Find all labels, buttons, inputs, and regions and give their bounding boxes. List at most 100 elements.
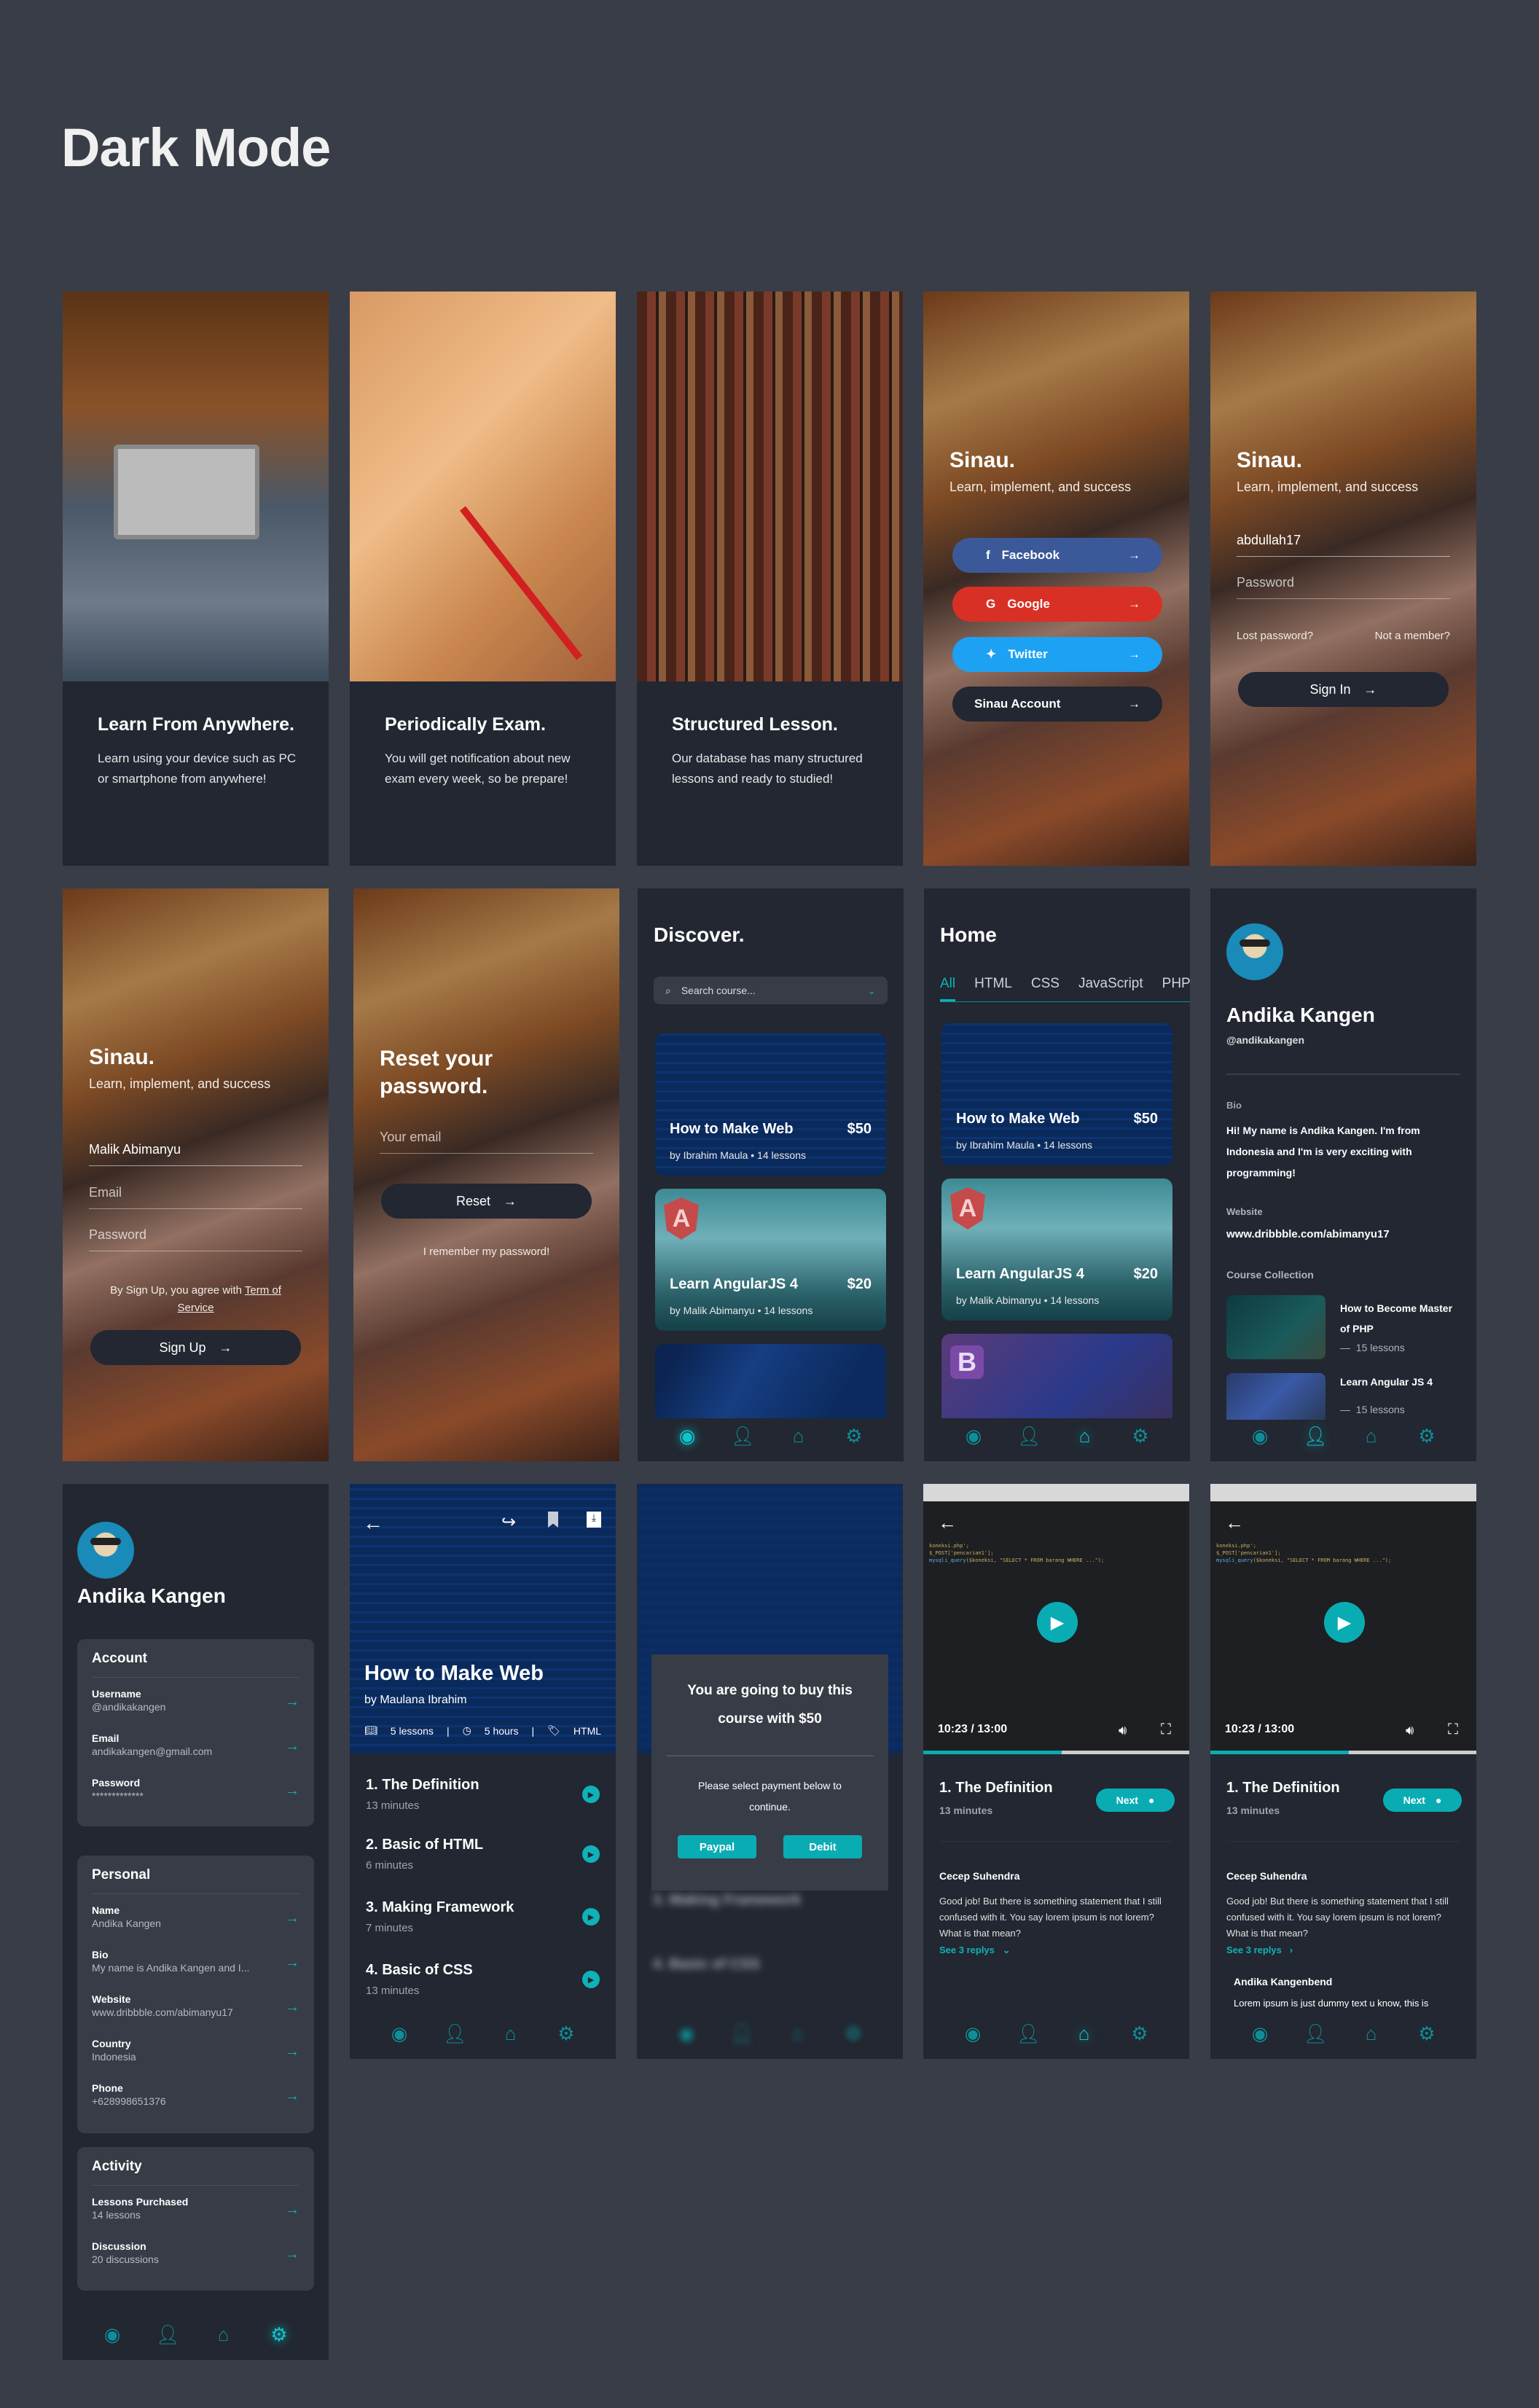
fullscreen-icon[interactable]: ⛶ xyxy=(1448,1721,1458,1738)
settings-row-password[interactable]: Password ************* → xyxy=(92,1767,299,1811)
see-replies-link[interactable]: See 3 replys ⌄ xyxy=(939,1944,1011,1956)
course-card[interactable]: A Learn AngularJS 4 $20 by Malik Abimanyu … xyxy=(655,1189,886,1331)
home-icon[interactable]: ⌂ xyxy=(788,1425,809,1447)
gear-icon[interactable]: ⚙ xyxy=(1417,2022,1437,2044)
play-button[interactable]: ▶ xyxy=(1037,1602,1078,1643)
paypal-button[interactable]: Paypal xyxy=(678,1835,756,1858)
tab-javascript[interactable]: JavaScript xyxy=(1078,976,1143,1001)
lesson-item[interactable]: 3. Making Framework 7 minutes ▶ xyxy=(366,1899,600,1950)
back-arrow-icon[interactable]: ← xyxy=(1225,1512,1244,1534)
course-card[interactable]: A Learn AngularJS 4 $20 by Malik Abimanyu … xyxy=(941,1178,1172,1321)
gear-icon[interactable]: ⚙ xyxy=(844,1425,864,1447)
user-icon[interactable]: 👤︎ xyxy=(1304,1425,1328,1447)
reset-email-input[interactable]: Your email xyxy=(380,1122,593,1154)
chevron-down-icon[interactable]: ⌄ xyxy=(867,985,876,997)
compass-icon[interactable]: ◉ xyxy=(1250,1425,1270,1447)
username-input[interactable]: abdullah17 xyxy=(1237,525,1450,557)
settings-row-email[interactable]: Email andikakangen@gmail.com → xyxy=(92,1722,299,1767)
home-icon[interactable]: ⌂ xyxy=(1074,2022,1094,2044)
password-input[interactable]: Password xyxy=(1237,567,1450,599)
course-card[interactable]: B xyxy=(941,1334,1172,1418)
tab-html[interactable]: HTML xyxy=(974,976,1012,1001)
see-replies-link[interactable]: See 3 replys › xyxy=(1226,1944,1293,1955)
course-card[interactable]: How to Make Web $50 by Ibrahim Maula • 14 … xyxy=(941,1023,1172,1165)
settings-row-country[interactable]: Country Indonesia → xyxy=(92,2028,299,2072)
next-button[interactable]: Next ● xyxy=(1383,1789,1462,1812)
user-icon[interactable]: 👤︎ xyxy=(1304,2022,1328,2044)
facebook-login-button[interactable]: f Facebook → xyxy=(952,538,1162,573)
home-icon[interactable]: ⌂ xyxy=(501,2022,521,2044)
settings-row-website[interactable]: Website www.dribbble.com/abimanyu17 → xyxy=(92,1983,299,2028)
name-input[interactable]: Malik Abimanyu xyxy=(89,1134,302,1166)
not-member-link[interactable]: Not a member? xyxy=(1375,630,1450,642)
twitter-login-button[interactable]: ✦ Twitter → xyxy=(952,637,1162,672)
search-input[interactable]: Search course... xyxy=(681,985,857,996)
search-bar[interactable]: ⌕ Search course... ⌄ xyxy=(654,977,888,1004)
tab-all[interactable]: All xyxy=(940,976,956,1001)
fullscreen-icon[interactable]: ⛶ xyxy=(1161,1721,1171,1738)
debit-button[interactable]: Debit xyxy=(783,1835,862,1858)
remember-password-link[interactable]: I remember my password! xyxy=(353,1246,619,1258)
reset-button[interactable]: Reset → xyxy=(381,1184,592,1219)
compass-icon[interactable]: ◉ xyxy=(1250,2022,1270,2044)
user-icon[interactable]: 👤︎ xyxy=(156,2323,180,2345)
gear-icon[interactable]: ⚙ xyxy=(1130,1425,1151,1447)
home-icon[interactable]: ⌂ xyxy=(1361,1425,1382,1447)
lesson-item[interactable]: 4. Basic of CSS 13 minutes ▶ xyxy=(366,1962,600,2013)
tab-css[interactable]: CSS xyxy=(1031,976,1060,1001)
volume-icon[interactable]: 🔊︎ xyxy=(1119,1723,1127,1738)
home-icon[interactable]: ⌂ xyxy=(1361,2022,1382,2044)
gear-icon[interactable]: ⚙ xyxy=(1417,1425,1437,1447)
lesson-duration: 13 minutes xyxy=(1226,1805,1280,1816)
volume-icon[interactable]: 🔊︎ xyxy=(1406,1723,1414,1738)
user-icon[interactable]: 👤︎ xyxy=(1017,1425,1041,1447)
video-progress[interactable] xyxy=(923,1751,1189,1754)
download-icon[interactable]: ⤓ xyxy=(587,1512,601,1528)
course-card[interactable]: How to Make Web $50 by Ibrahim Maula • 14 … xyxy=(655,1033,886,1176)
bookmark-icon[interactable] xyxy=(548,1512,558,1528)
sign-up-button[interactable]: Sign Up → xyxy=(90,1330,301,1365)
compass-icon[interactable]: ◉ xyxy=(102,2323,122,2345)
email-input[interactable]: Email xyxy=(89,1177,302,1209)
user-icon[interactable]: 👤︎ xyxy=(1017,2022,1041,2044)
compass-icon[interactable]: ◉ xyxy=(963,2022,983,2044)
user-icon[interactable]: 👤︎ xyxy=(731,1425,755,1447)
lost-password-link[interactable]: Lost password? xyxy=(1237,630,1313,642)
sign-in-button[interactable]: Sign In → xyxy=(1238,672,1449,707)
password-input[interactable]: Password xyxy=(89,1219,302,1251)
lesson-item[interactable]: 2. Basic of HTML 6 minutes ▶ xyxy=(366,1837,600,1888)
settings-row-discussion[interactable]: Discussion 20 discussions → xyxy=(92,2230,299,2275)
home-icon[interactable]: ⌂ xyxy=(1075,1425,1095,1447)
comment-text: Good job! But there is something stateme… xyxy=(939,1896,1162,1939)
collection-item[interactable]: How to Become Master of PHP — 15 lessons xyxy=(1226,1295,1460,1359)
lesson-item[interactable]: 1. The Definition 13 minutes ▶ xyxy=(366,1777,600,1828)
gear-icon[interactable]: ⚙ xyxy=(269,2323,289,2345)
google-login-button[interactable]: G Google → xyxy=(952,587,1162,622)
compass-icon[interactable]: ◉ xyxy=(963,1425,984,1447)
arrow-right-icon: → xyxy=(285,2088,299,2104)
compass-icon[interactable]: ◉ xyxy=(677,1425,697,1447)
settings-row-phone[interactable]: Phone +628998651376 → xyxy=(92,2072,299,2116)
settings-row-username[interactable]: Username @andikakangen → xyxy=(92,1678,299,1722)
gear-icon[interactable]: ⚙ xyxy=(1129,2022,1150,2044)
video-progress[interactable] xyxy=(1210,1751,1476,1754)
video-player[interactable]: koneksi.php'; $_POST['pencarian1']; mysqli… xyxy=(1210,1484,1476,1754)
video-player[interactable]: koneksi.php'; $_POST['pencarian1']; mysqli… xyxy=(923,1484,1189,1754)
gear-icon[interactable]: ⚙ xyxy=(556,2022,576,2044)
share-icon[interactable]: ↪ xyxy=(501,1512,516,1533)
back-arrow-icon[interactable]: ← xyxy=(938,1512,957,1534)
next-button[interactable]: Next ● xyxy=(1096,1789,1175,1812)
user-icon[interactable]: 👤︎ xyxy=(443,2022,467,2044)
back-arrow-icon[interactable]: ← xyxy=(363,1512,383,1535)
sinau-account-button[interactable]: Sinau Account → xyxy=(952,687,1162,722)
tab-php[interactable]: PHP xyxy=(1162,976,1190,1001)
website-link[interactable]: www.dribbble.com/abimanyu17 xyxy=(1226,1228,1390,1240)
course-card[interactable] xyxy=(655,1344,886,1418)
play-button[interactable]: ▶ xyxy=(1324,1602,1365,1643)
reset-password-screen: Reset your password. Your email Reset → I… xyxy=(353,888,619,1461)
settings-row-lessons[interactable]: Lessons Purchased 14 lessons → xyxy=(92,2186,299,2230)
home-icon[interactable]: ⌂ xyxy=(214,2323,234,2345)
settings-row-bio[interactable]: Bio My name is Andika Kangen and I... → xyxy=(92,1939,299,1983)
compass-icon[interactable]: ◉ xyxy=(389,2022,410,2044)
settings-row-name[interactable]: Name Andika Kangen → xyxy=(92,1894,299,1939)
